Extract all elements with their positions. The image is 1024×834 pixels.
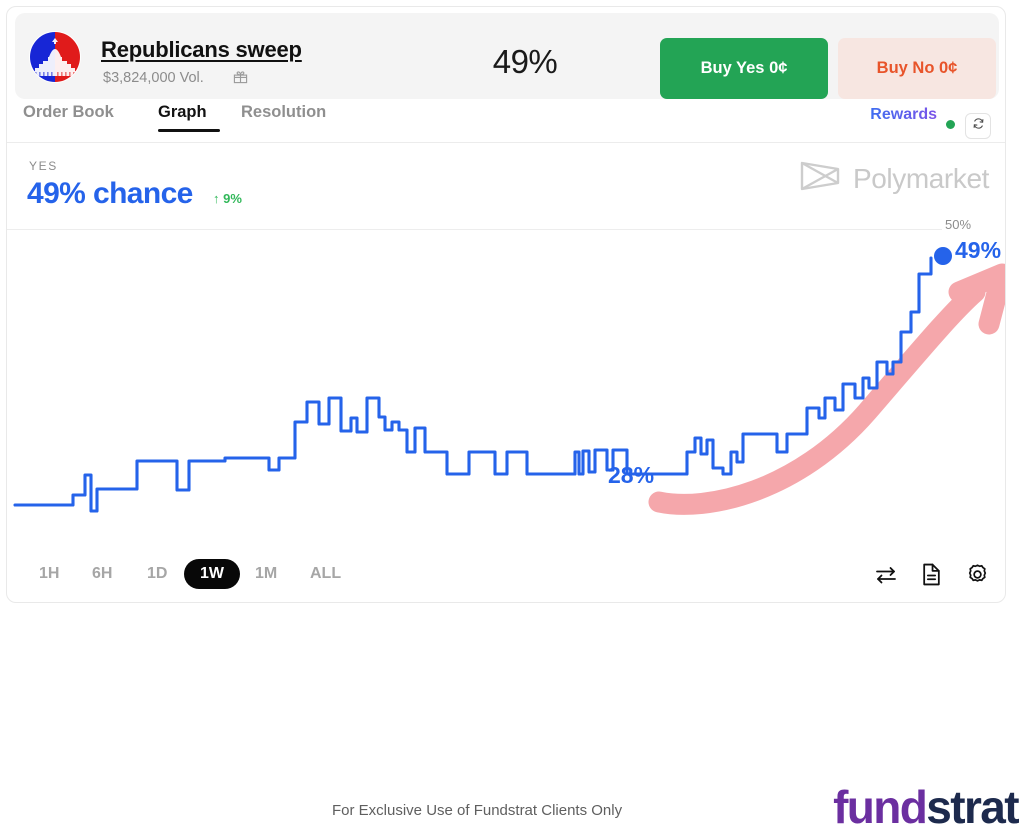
chance-value: 49% chance (27, 177, 193, 210)
us-capitol-avatar-icon (29, 31, 81, 83)
endpoint-label-49: 49% (955, 237, 1002, 263)
change-badge: ↑ 9% (213, 191, 242, 206)
tab-resolution[interactable]: Resolution (241, 103, 326, 122)
tab-order-book[interactable]: Order Book (23, 103, 114, 122)
outcome-label: YES (29, 159, 58, 173)
header-divider (7, 142, 1005, 143)
range-1d[interactable]: 1D (137, 559, 177, 589)
market-card: Republicans sweep $3,824,000 Vol. 49% Bu… (6, 6, 1006, 603)
rewards-status-dot (946, 120, 955, 129)
polymarket-brand: Polymarket (799, 159, 989, 198)
chart-tools (875, 563, 989, 586)
buy-yes-button[interactable]: Buy Yes 0¢ (660, 38, 828, 99)
market-title[interactable]: Republicans sweep (101, 37, 302, 63)
disclaimer-text: For Exclusive Use of Fundstrat Clients O… (332, 802, 623, 819)
pink-arrow-annotation (648, 263, 1005, 515)
inline-label-28: 28% (608, 462, 655, 488)
market-header: Republicans sweep $3,824,000 Vol. 49% Bu… (15, 13, 999, 99)
settings-gear-icon[interactable] (966, 563, 989, 586)
document-icon[interactable] (921, 563, 942, 586)
swap-arrows-icon[interactable] (875, 565, 897, 585)
range-1m[interactable]: 1M (245, 559, 287, 589)
gridline-50 (7, 229, 942, 230)
probability-chart[interactable]: 50% 49% 28% Source: Polymarket.com Oct 1… (7, 212, 1005, 522)
fundstrat-logo-part2: strat (926, 781, 1019, 833)
tab-active-underline (158, 129, 220, 132)
range-1h[interactable]: 1H (29, 559, 69, 589)
refresh-icon (972, 117, 985, 135)
rewards-link[interactable]: Rewards (870, 106, 937, 124)
axis-label-50: 50% (945, 217, 972, 232)
screenshot-root: Republicans sweep $3,824,000 Vol. 49% Bu… (0, 0, 1024, 834)
range-6h[interactable]: 6H (82, 559, 122, 589)
market-probability: 49% (492, 43, 558, 80)
buy-no-button[interactable]: Buy No 0¢ (838, 38, 996, 99)
polymarket-bowtie-icon (799, 159, 841, 198)
fundstrat-logo-part1: fund (833, 781, 928, 833)
refresh-button[interactable] (965, 113, 991, 139)
market-volume: $3,824,000 Vol. (103, 70, 204, 86)
tab-graph[interactable]: Graph (158, 103, 207, 122)
polymarket-wordmark: Polymarket (852, 162, 989, 194)
range-all[interactable]: ALL (300, 559, 351, 589)
chart-svg (13, 247, 1005, 515)
fundstrat-logo: fundstrat (833, 780, 1020, 834)
range-1w[interactable]: 1W (184, 559, 240, 589)
gift-icon[interactable] (233, 69, 248, 87)
chart-endpoint-marker (934, 247, 952, 265)
